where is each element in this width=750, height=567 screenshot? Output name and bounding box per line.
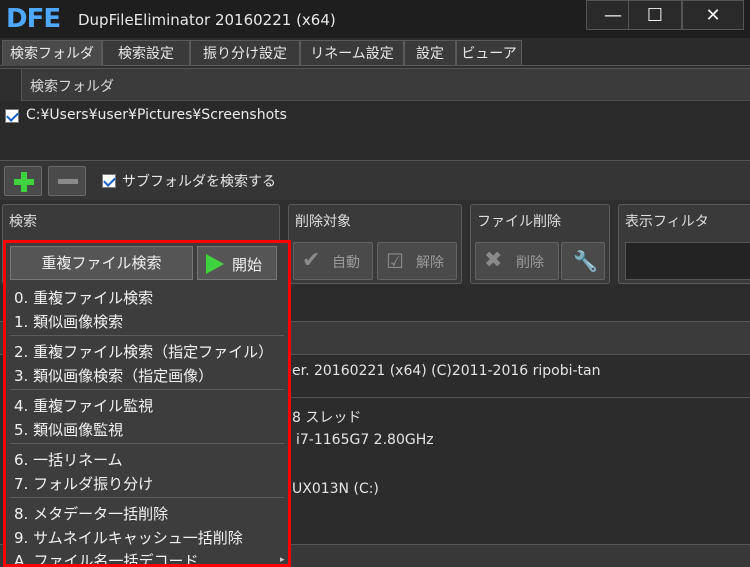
menu-item-similar-image-monitor[interactable]: 5. 類似画像監視 xyxy=(14,419,123,440)
auto-select-label: 自動 xyxy=(332,255,360,271)
wrench-icon: 🔧 xyxy=(573,249,598,273)
file-delete-group: ファイル削除 ✖ 削除 🔧 xyxy=(470,204,610,284)
cross-icon: ✖ xyxy=(484,248,503,273)
menu-separator xyxy=(10,497,284,498)
menu-item-folder-sort[interactable]: 7. フォルダ振り分け xyxy=(14,473,153,494)
log-line: UX013N (C:) xyxy=(292,481,379,497)
window-title: DupFileEliminator 20160221 (x64) xyxy=(78,11,336,29)
log-line: 8 スレッド xyxy=(292,410,362,426)
tab-search-settings[interactable]: 検索設定 xyxy=(102,40,190,66)
app-logo: DFE xyxy=(6,4,61,34)
play-icon xyxy=(206,254,224,274)
menu-item-duplicate-monitor[interactable]: 4. 重複ファイル監視 xyxy=(14,395,153,416)
menu-header: 重複ファイル検索 開始 xyxy=(10,246,284,282)
list-item[interactable]: C:¥Users¥user¥Pictures¥Screenshots xyxy=(0,103,750,129)
subfolder-label[interactable]: サブフォルダを検索する xyxy=(122,171,276,191)
menu-separator xyxy=(10,335,284,336)
delete-files-label: 削除 xyxy=(516,255,544,271)
menu-item-metadata-delete[interactable]: 8. メタデータ一括削除 xyxy=(14,503,168,524)
header-gutter xyxy=(0,69,22,101)
menu-item-batch-rename[interactable]: 6. 一括リネーム xyxy=(14,449,123,470)
display-filter-select[interactable] xyxy=(625,242,750,280)
log-divider xyxy=(290,397,750,398)
subfolder-checkbox[interactable] xyxy=(102,174,116,188)
folder-list: 検索フォルダ C:¥Users¥user¥Pictures¥Screenshot… xyxy=(0,68,750,160)
menu-item-filename-decode[interactable]: A. ファイル名一括デコード xyxy=(14,550,199,564)
menu-item-similar-image-search[interactable]: 1. 類似画像検索 xyxy=(14,311,123,332)
tab-settings[interactable]: 設定 xyxy=(404,40,456,66)
delete-target-group: 削除対象 ✔ 自動 ☑ 解除 xyxy=(288,204,462,284)
menu-separator xyxy=(10,443,284,444)
minus-icon xyxy=(58,179,78,184)
add-folder-button[interactable] xyxy=(4,166,42,196)
dashed-check-icon: ☑ xyxy=(386,249,404,273)
folder-path: C:¥Users¥user¥Pictures¥Screenshots xyxy=(26,107,287,123)
tools-button[interactable]: 🔧 xyxy=(561,242,605,280)
tab-rename-settings[interactable]: リネーム設定 xyxy=(300,40,404,66)
release-selection-button[interactable]: ☑ 解除 xyxy=(377,242,457,280)
close-button[interactable]: ✕ xyxy=(682,0,744,30)
menu-separator xyxy=(10,389,284,390)
folder-toolbar: サブフォルダを検索する xyxy=(0,160,750,200)
file-delete-title: ファイル削除 xyxy=(477,214,561,230)
log-line: i7-1165G7 2.80GHz xyxy=(296,432,434,448)
title-bar: DFE DupFileEliminator 20160221 (x64) — ☐… xyxy=(0,0,750,38)
submenu-arrow-icon: ▸ xyxy=(280,555,285,565)
display-filter-group: 表示フィルタ xyxy=(618,204,750,284)
start-button[interactable]: 開始 xyxy=(197,246,277,280)
display-filter-title: 表示フィルタ xyxy=(625,214,709,230)
search-mode-menu: 重複ファイル検索 開始 0. 重複ファイル検索 1. 類似画像検索 2. 重複フ… xyxy=(3,240,291,567)
delete-files-button[interactable]: ✖ 削除 xyxy=(475,242,559,280)
maximize-button[interactable]: ☐ xyxy=(628,0,682,30)
menu-item-thumbnail-cache-delete[interactable]: 9. サムネイルキャッシュ一括削除 xyxy=(14,527,243,548)
main-tabs: 検索フォルダ 検索設定 振り分け設定 リネーム設定 設定 ビューア xyxy=(0,38,750,66)
tab-search-folder[interactable]: 検索フォルダ xyxy=(2,40,102,66)
check-icon: ✔ xyxy=(302,248,321,273)
folder-list-header: 検索フォルダ xyxy=(0,69,750,101)
delete-target-title: 削除対象 xyxy=(295,214,351,230)
duplicate-search-button[interactable]: 重複ファイル検索 xyxy=(10,246,193,280)
folder-column-header[interactable]: 検索フォルダ xyxy=(30,76,114,96)
tab-viewer[interactable]: ビューア xyxy=(456,40,522,66)
log-line: er. 20160221 (x64) (C)2011-2016 ripobi-t… xyxy=(292,363,601,379)
menu-item-duplicate-search[interactable]: 0. 重複ファイル検索 xyxy=(14,287,153,308)
folder-checkbox[interactable] xyxy=(5,109,19,123)
remove-folder-button[interactable] xyxy=(48,166,86,196)
menu-item-duplicate-search-specified[interactable]: 2. 重複ファイル検索（指定ファイル） xyxy=(14,341,273,362)
tab-sort-settings[interactable]: 振り分け設定 xyxy=(190,40,300,66)
release-selection-label: 解除 xyxy=(416,255,444,271)
menu-item-similar-image-specified[interactable]: 3. 類似画像検索（指定画像） xyxy=(14,365,213,386)
search-group-title: 検索 xyxy=(9,214,37,230)
auto-select-button[interactable]: ✔ 自動 xyxy=(293,242,373,280)
start-label: 開始 xyxy=(232,256,263,274)
